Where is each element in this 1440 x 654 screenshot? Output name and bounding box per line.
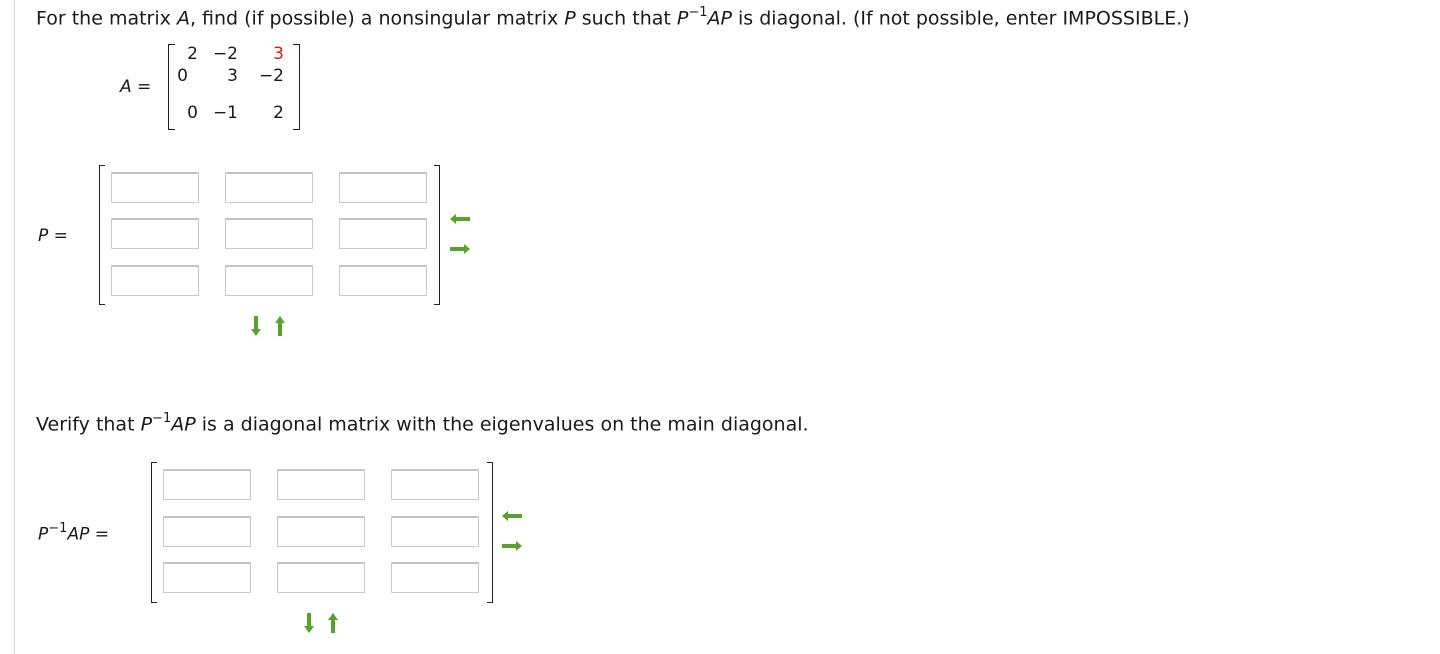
matrix-d-cell-2-3[interactable] [391, 516, 479, 547]
matrix-a-cell: 2 [273, 103, 284, 123]
question-part-3: such that [575, 7, 677, 30]
matrix-a-cell: 0 [177, 66, 188, 86]
add-row-button[interactable] [249, 316, 263, 336]
matrix-d-cell-3-3[interactable] [391, 562, 479, 593]
verify-exponent: −1 [152, 411, 172, 426]
matrix-p-cell-2-3[interactable] [339, 218, 427, 249]
matrix-p-cell-3-2[interactable] [225, 265, 313, 296]
matrix-d-cell-2-1[interactable] [163, 516, 251, 547]
question-p: P [676, 7, 689, 30]
question-text: For the matrix A, find (if possible) a n… [36, 5, 1190, 30]
matrix-p-cell-1-1[interactable] [111, 172, 199, 203]
matrix-d-cell-3-1[interactable] [163, 562, 251, 593]
question-part-1: For the matrix [36, 7, 177, 30]
matrix-a-cell: 0 [187, 103, 198, 123]
matrix-p-cell-3-1[interactable] [111, 265, 199, 296]
matrix-d-cell-1-3[interactable] [391, 469, 479, 500]
matrix-p-left-bracket [99, 165, 105, 305]
remove-column-button[interactable] [502, 509, 522, 523]
matrix-d-cell-1-2[interactable] [277, 469, 365, 500]
matrix-a-cell-highlighted: 3 [273, 44, 284, 64]
right-arrow-icon [502, 541, 522, 551]
matrix-a-cell: 3 [227, 66, 238, 86]
question-ap: AP [707, 7, 732, 30]
matrix-a-cell: −1 [212, 103, 238, 123]
verify-part-2: is a diagonal matrix with the eigenvalue… [195, 413, 809, 436]
matrix-d-label: P−1AP = [38, 521, 109, 545]
matrix-d [151, 462, 493, 603]
down-arrow-icon [251, 316, 261, 336]
matrix-a-right-bracket [293, 44, 300, 130]
matrix-a-label: A = [120, 77, 152, 97]
add-column-button[interactable] [450, 242, 470, 256]
matrix-a-cell: 2 [187, 44, 198, 64]
question-part-2: , find (if possible) a nonsingular matri… [189, 7, 565, 30]
question-part-4: is diagonal. (If not possible, enter IMP… [731, 7, 1190, 30]
matrix-a: 2 −2 3 0 3 −2 0 −1 2 [168, 44, 300, 130]
question-var-p: P [564, 7, 576, 30]
verify-ap: AP [171, 413, 196, 436]
matrix-p-cell-2-2[interactable] [225, 218, 313, 249]
remove-row-button[interactable] [326, 613, 340, 633]
matrix-d-cell-1-1[interactable] [163, 469, 251, 500]
right-arrow-icon [450, 244, 470, 254]
left-arrow-icon [502, 511, 522, 521]
verify-p: P [140, 413, 153, 436]
add-column-button[interactable] [502, 539, 522, 553]
matrix-a-cell: −2 [258, 66, 284, 86]
matrix-d-cell-3-2[interactable] [277, 562, 365, 593]
verify-text: Verify that P−1AP is a diagonal matrix w… [36, 411, 809, 436]
matrix-p-cell-3-3[interactable] [339, 265, 427, 296]
question-var-a: A [176, 7, 190, 30]
matrix-d-left-bracket [151, 462, 157, 603]
add-row-button[interactable] [302, 613, 316, 633]
down-arrow-icon [304, 613, 314, 633]
matrix-p-cell-2-1[interactable] [111, 218, 199, 249]
left-arrow-icon [450, 214, 470, 224]
matrix-a-cell: −2 [212, 44, 238, 64]
matrix-p-cell-1-3[interactable] [339, 172, 427, 203]
matrix-p [99, 165, 440, 305]
verify-part-1: Verify that [36, 413, 141, 436]
matrix-p-right-bracket [434, 165, 440, 305]
matrix-p-label: P = [38, 226, 68, 246]
question-exponent: −1 [688, 5, 708, 20]
matrix-p-cell-1-2[interactable] [225, 172, 313, 203]
remove-row-button[interactable] [273, 316, 287, 336]
remove-column-button[interactable] [450, 212, 470, 226]
up-arrow-icon [275, 316, 285, 336]
up-arrow-icon [328, 613, 338, 633]
left-border [14, 0, 15, 654]
matrix-d-right-bracket [487, 462, 493, 603]
matrix-d-cell-2-2[interactable] [277, 516, 365, 547]
